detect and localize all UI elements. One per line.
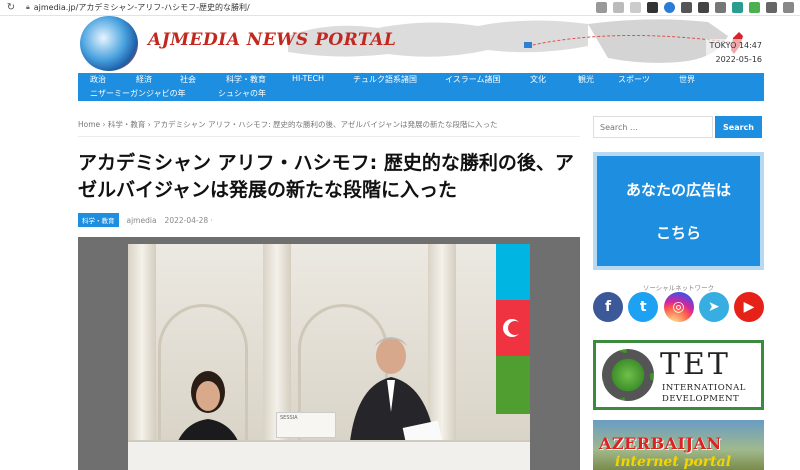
ad-text-line1: あなたの広告は — [625, 181, 731, 199]
puzzle-icon[interactable] — [766, 2, 777, 13]
tet-banner[interactable]: TET INTERNATIONAL DEVELOPMENT — [593, 340, 764, 410]
url-text: ajmedia.jp/アカデミシャン-アリフ-ハシモフ-歴史的な勝利/ — [33, 3, 250, 12]
share-icon[interactable] — [613, 2, 624, 13]
date-text: 2022-04-28 · — [164, 215, 213, 225]
browser-toolbar: ↻ 🔒︎ ajmedia.jp/アカデミシャン-アリフ-ハシモフ-歴史的な勝利/ — [0, 0, 800, 16]
featured-image-frame: SESSIA — [78, 237, 580, 470]
article-meta: 科学・教育 ajmedia 2022-04-28 · — [78, 213, 213, 227]
social-networks-label: ソーシャルネットワーク — [642, 284, 715, 292]
azer-banner-title: AZERBAIJAN — [599, 434, 722, 453]
azer-banner-subtitle: internet portal — [615, 454, 732, 470]
address-bar[interactable]: 🔒︎ ajmedia.jp/アカデミシャン-アリフ-ハシモフ-歴史的な勝利/ — [26, 2, 250, 13]
youtube-icon[interactable]: ▶ — [734, 292, 764, 322]
featured-image: SESSIA — [128, 244, 530, 470]
extension-icon[interactable] — [664, 2, 675, 13]
lock-icon: 🔒︎ — [26, 3, 30, 11]
extension-icon[interactable] — [698, 2, 709, 13]
azerbaijan-portal-banner[interactable]: AZERBAIJAN internet portal — [593, 420, 764, 470]
camera-icon[interactable] — [715, 2, 726, 13]
ad-text-line2: こちら — [655, 224, 701, 242]
nav-item-turkic[interactable]: チュルク語系諸国 — [353, 74, 417, 85]
azerbaijan-flag — [496, 244, 530, 414]
tet-subtitle-2: DEVELOPMENT — [662, 394, 740, 404]
bookmark-star-icon[interactable] — [630, 2, 641, 13]
tet-subtitle-1: INTERNATIONAL — [662, 383, 746, 393]
reload-icon[interactable]: ↻ — [4, 1, 18, 15]
divider — [78, 136, 580, 137]
main-navigation: 政治 経済 社会 科学・教育 HI-TECH チュルク語系諸国 イスラーム諸国 … — [78, 73, 764, 101]
twitter-icon[interactable]: t — [628, 292, 659, 322]
breadcrumb[interactable]: Home › 科学・教育 › アカデミシャン アリフ・ハシモフ: 歴史的な勝利の… — [78, 119, 497, 130]
sidebar-icon[interactable] — [783, 2, 794, 13]
site-logo-text[interactable]: AJMEDIA NEWS PORTAL — [148, 30, 396, 50]
tet-logo-text: TET — [660, 347, 731, 382]
site-header: AJMEDIA NEWS PORTAL TOKYO 14:47 2022-05-… — [78, 16, 764, 73]
clock-time: TOKYO 14:47 — [709, 41, 763, 50]
nav-item-culture[interactable]: 文化 — [530, 74, 546, 85]
extension-icon[interactable] — [647, 2, 658, 13]
nav-item-islamic[interactable]: イスラーム諸国 — [445, 74, 501, 85]
nav-item-politics[interactable]: 政治 — [90, 74, 106, 85]
nav-item-economy[interactable]: 経済 — [136, 74, 152, 85]
nav-item-society[interactable]: 社会 — [180, 74, 196, 85]
nav-item-hitech[interactable]: HI-TECH — [292, 74, 324, 83]
search-input[interactable] — [593, 116, 713, 138]
gear-icon — [602, 349, 654, 401]
nav-item-tourism[interactable]: 観光 — [578, 74, 594, 85]
shield-icon[interactable] — [749, 2, 760, 13]
article-title: アカデミシャン アリフ・ハシモフ: 歴史的な勝利の後、アゼルバイジャンは発展の新… — [78, 152, 574, 201]
telegram-icon[interactable]: ➤ — [698, 292, 729, 322]
author-link[interactable]: ajmedia — [127, 216, 157, 225]
facebook-icon[interactable]: f — [593, 292, 623, 322]
clock-widget: TOKYO 14:47 2022-05-16 — [706, 39, 762, 71]
nav-item-science[interactable]: 科学・教育 — [226, 74, 266, 85]
clock-date: 2022-05-16 — [715, 55, 763, 64]
nav-item-sports[interactable]: スポーツ — [618, 74, 650, 85]
ad-banner[interactable]: あなたの広告は こちら — [593, 152, 764, 270]
name-plate: SESSIA — [276, 412, 336, 438]
search-button[interactable]: Search — [715, 116, 762, 138]
desk — [128, 440, 530, 470]
extension-icon[interactable] — [681, 2, 692, 13]
extension-icon[interactable] — [732, 2, 743, 13]
translate-icon[interactable] — [596, 2, 607, 13]
nav-item-nizami-year[interactable]: ニザーミーガンジャビの年 — [90, 88, 186, 99]
social-links: f t ◎ ➤ ▶ — [593, 292, 764, 322]
category-badge[interactable]: 科学・教育 — [78, 213, 119, 227]
nav-item-shusha-year[interactable]: シュシャの年 — [218, 88, 266, 99]
nav-item-world[interactable]: 世界 — [679, 74, 695, 85]
extension-icons — [596, 2, 794, 13]
instagram-icon[interactable]: ◎ — [663, 292, 694, 322]
site-logo[interactable] — [80, 16, 138, 71]
